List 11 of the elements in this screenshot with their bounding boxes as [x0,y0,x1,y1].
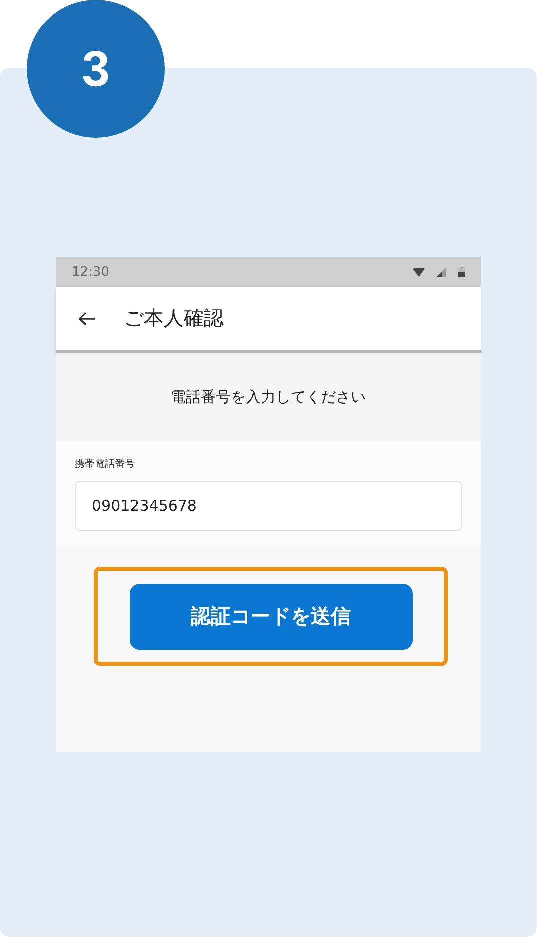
instruction-text: 電話番号を入力してください [171,388,366,406]
status-time: 12:30 [72,264,110,280]
battery-icon [458,267,465,277]
screen-title: ご本人確認 [124,305,224,332]
phone-number-field[interactable]: 09012345678 [75,481,462,531]
signal-icon [437,268,446,276]
send-code-button[interactable]: 認証コードを送信 [130,584,412,650]
back-button[interactable] [78,310,96,326]
field-label: 携帯電話番号 [75,458,136,471]
wifi-icon [413,268,425,276]
step-badge: 3 [27,0,165,138]
